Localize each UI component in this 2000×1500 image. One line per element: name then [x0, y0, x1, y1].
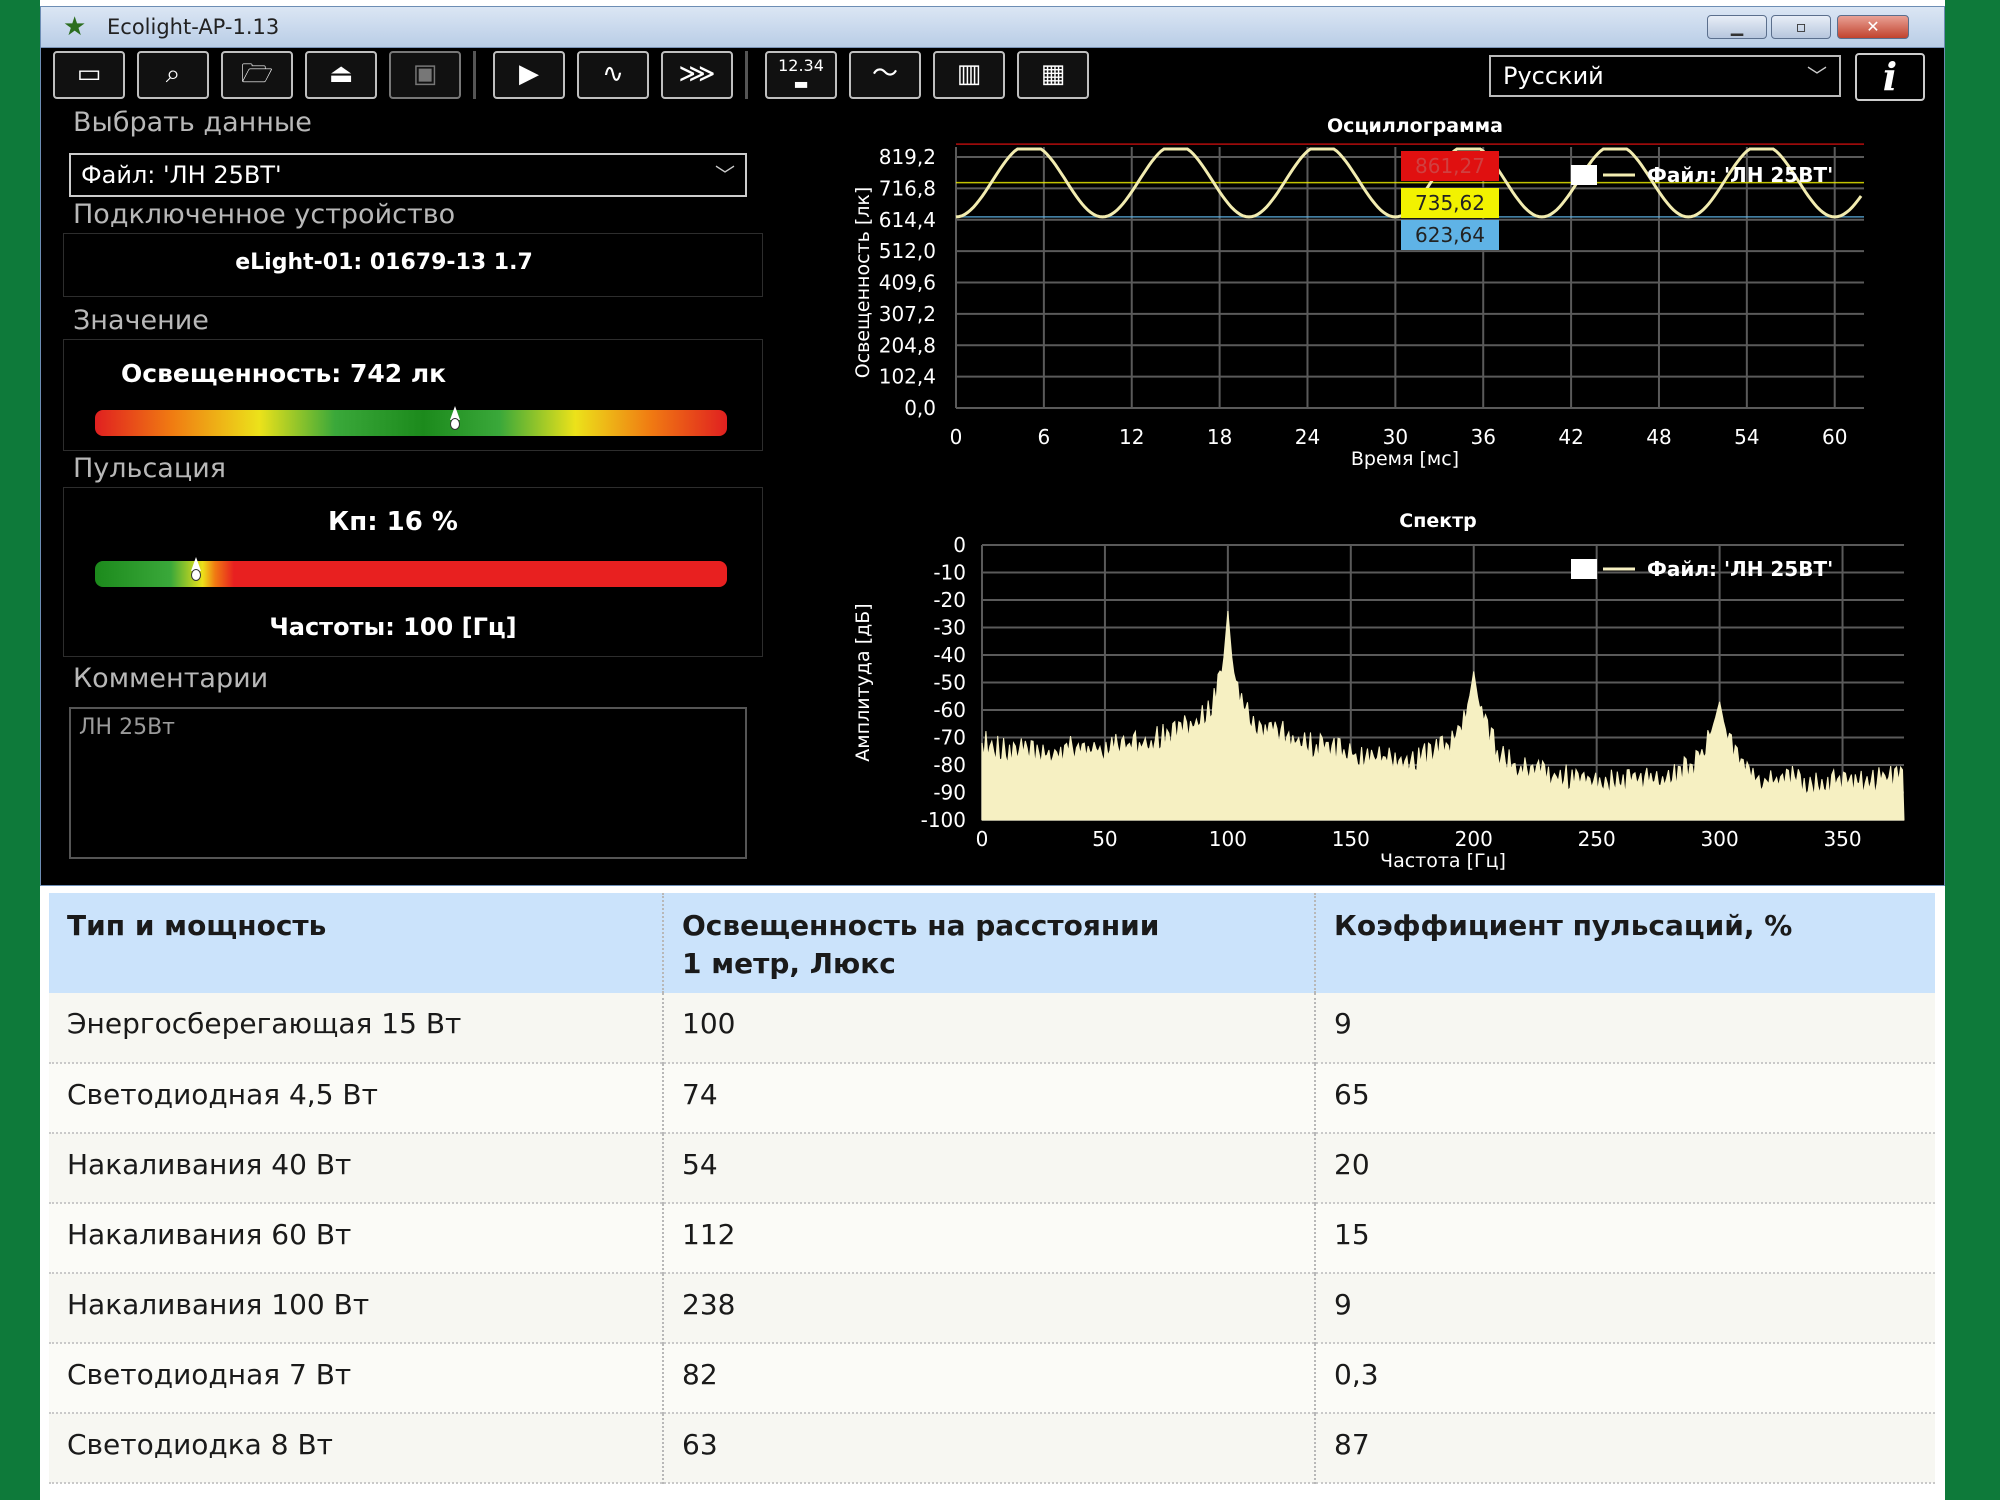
- spec-y-axis-label: Амплитуда [дБ]: [852, 603, 874, 761]
- cell-kp: 9: [1334, 1288, 1352, 1321]
- osc-marker-label: 623,64: [1415, 223, 1485, 247]
- spec-x-axis-label: Частота [Гц]: [1380, 850, 1506, 872]
- cell-lux: 63: [663, 1413, 1316, 1483]
- table-row: Светодиодная 7 Вт 82 0,3: [49, 1343, 1935, 1413]
- cell-kp: 87: [1334, 1428, 1370, 1461]
- spec-y-tick-label: -30: [933, 616, 966, 640]
- osc-x-tick-label: 42: [1558, 425, 1583, 449]
- osc-x-tick-label: 24: [1295, 425, 1320, 449]
- spec-y-tick-label: -50: [933, 671, 966, 695]
- osc-y-tick-label: 716,8: [879, 176, 936, 200]
- osc-legend-checkbox-icon: [1571, 165, 1597, 185]
- osc-y-tick-label: 0,0: [904, 396, 936, 420]
- osc-y-tick-label: 819,2: [879, 145, 936, 169]
- spec-x-tick-label: 300: [1701, 827, 1739, 851]
- spec-y-tick-label: -80: [933, 753, 966, 777]
- cell-type: Накаливания 100 Вт: [49, 1273, 664, 1343]
- cell-kp: 9: [1334, 1007, 1352, 1040]
- cell-type: Накаливания 40 Вт: [49, 1133, 664, 1203]
- table-row: Накаливания 40 Вт 54 20: [49, 1133, 1935, 1203]
- osc-legend-label: Файл: 'ЛН 25ВТ': [1647, 163, 1833, 187]
- cell-lux: 238: [663, 1273, 1316, 1343]
- osc-x-tick-label: 54: [1734, 425, 1759, 449]
- osc-y-tick-label: 512,0: [879, 239, 936, 263]
- osc-y-tick-label: 102,4: [879, 365, 936, 389]
- cell-type: Светодиодная 7 Вт: [49, 1343, 664, 1413]
- cell-kp: 0,3: [1334, 1358, 1379, 1391]
- osc-marker-label: 735,62: [1415, 191, 1485, 215]
- osc-y-tick-label: 614,4: [879, 208, 936, 232]
- cell-type: Светодиодка 8 Вт: [49, 1413, 664, 1483]
- osc-y-tick-label: 409,6: [879, 271, 936, 295]
- oscillogram-title: Осциллограмма: [1327, 115, 1503, 137]
- spec-x-tick-label: 150: [1332, 827, 1370, 851]
- cell-type: Накаливания 60 Вт: [49, 1203, 664, 1273]
- osc-x-tick-label: 48: [1646, 425, 1671, 449]
- osc-x-tick-label: 60: [1822, 425, 1847, 449]
- spec-y-tick-label: -40: [933, 643, 966, 667]
- spec-series-area: [981, 610, 1905, 821]
- spec-y-tick-label: -10: [933, 561, 966, 585]
- osc-x-tick-label: 12: [1119, 425, 1144, 449]
- table-row: Светодиодная 4,5 Вт 74 65: [49, 1063, 1935, 1133]
- osc-y-tick-label: 307,2: [879, 302, 936, 326]
- cell-lux: 112: [663, 1203, 1316, 1273]
- app-window: ★ Ecolight-AP-1.13 ▁ ▫ ✕ ▭ ⌕ 🗁 ⏏ ▣ ▶ ∿ ⋙…: [40, 6, 1945, 886]
- osc-marker-label: 861,27: [1415, 154, 1485, 178]
- header-illuminance-line1: Освещенность на расстоянии: [682, 909, 1160, 942]
- table-row: Энергосберегающая 15 Вт 100 9: [49, 993, 1935, 1063]
- spec-y-tick-label: -90: [933, 781, 966, 805]
- cell-lux: 82: [663, 1343, 1316, 1413]
- cell-type: Светодиодная 4,5 Вт: [49, 1063, 664, 1133]
- osc-x-tick-label: 18: [1207, 425, 1232, 449]
- cell-kp: 20: [1334, 1148, 1370, 1181]
- header-illuminance: Освещенность на расстоянии 1 метр, Люкс: [663, 893, 1316, 993]
- cell-type: Энергосберегающая 15 Вт: [49, 993, 664, 1063]
- lamp-comparison-table: Тип и мощность Освещенность на расстояни…: [49, 893, 1935, 1484]
- spec-x-tick-label: 200: [1455, 827, 1493, 851]
- cell-lux: 100: [663, 993, 1316, 1063]
- spec-y-tick-label: 0: [953, 533, 966, 557]
- header-illuminance-line2: 1 метр, Люкс: [682, 947, 896, 980]
- spec-x-tick-label: 0: [976, 827, 989, 851]
- spec-y-tick-label: -100: [921, 808, 966, 832]
- table-row: Накаливания 100 Вт 238 9: [49, 1273, 1935, 1343]
- osc-x-axis-label: Время [мс]: [1351, 448, 1459, 470]
- spec-legend-label: Файл: 'ЛН 25ВТ': [1647, 557, 1833, 581]
- header-type-power: Тип и мощность: [49, 893, 664, 993]
- spec-x-tick-label: 50: [1092, 827, 1117, 851]
- table-header-row: Тип и мощность Освещенность на расстояни…: [49, 893, 1935, 993]
- osc-x-tick-label: 6: [1038, 425, 1051, 449]
- spec-legend-checkbox-icon: [1571, 559, 1597, 579]
- spec-x-tick-label: 100: [1209, 827, 1247, 851]
- oscillogram-chart[interactable]: Осциллограмма 0,0 102,4 204,8 307,2 409,6 512,…: [41, 7, 1946, 887]
- cell-kp: 65: [1334, 1078, 1370, 1111]
- spec-y-tick-label: -20: [933, 588, 966, 612]
- osc-y-tick-label: 204,8: [879, 333, 936, 357]
- table-row: Накаливания 60 Вт 112 15: [49, 1203, 1935, 1273]
- header-pulsation: Коэффициент пульсаций, %: [1334, 909, 1793, 942]
- osc-x-tick-label: 0: [950, 425, 963, 449]
- spec-y-tick-label: -70: [933, 726, 966, 750]
- spec-y-tick-label: -60: [933, 698, 966, 722]
- cell-lux: 74: [663, 1063, 1316, 1133]
- spec-x-tick-label: 350: [1823, 827, 1861, 851]
- osc-x-tick-label: 30: [1383, 425, 1408, 449]
- cell-lux: 54: [663, 1133, 1316, 1203]
- osc-x-tick-label: 36: [1470, 425, 1495, 449]
- cell-kp: 15: [1334, 1218, 1370, 1251]
- table-row: Светодиодка 8 Вт 63 87: [49, 1413, 1935, 1483]
- spectrum-title: Спектр: [1399, 510, 1476, 532]
- osc-y-axis-label: Освещенность [лк]: [852, 187, 874, 379]
- spec-x-tick-label: 250: [1578, 827, 1616, 851]
